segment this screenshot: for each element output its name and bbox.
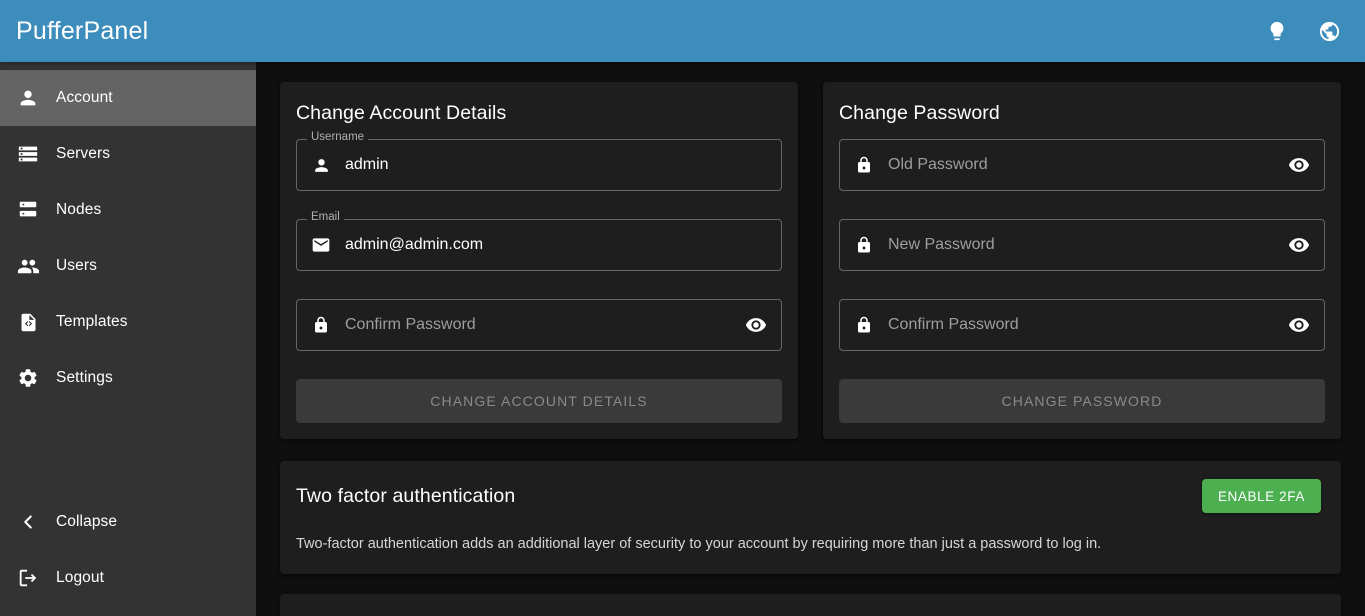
main-content: Change Account Details Username admin Em…	[256, 62, 1365, 616]
app-brand-title: PufferPanel	[16, 19, 148, 44]
lock-icon	[309, 316, 333, 334]
sidebar-item-nodes[interactable]: Nodes	[0, 182, 256, 238]
logout-icon	[0, 567, 56, 589]
chevron-left-icon	[0, 511, 56, 533]
lock-icon	[852, 156, 876, 174]
dns-icon	[0, 199, 56, 221]
sidebar-item-account[interactable]: Account	[0, 70, 256, 126]
old-password-placeholder: Old Password	[888, 157, 1286, 173]
card-title: Change Password	[839, 102, 1325, 125]
lock-icon	[852, 236, 876, 254]
sidebar-primary-items: Account Servers Nodes	[0, 62, 256, 406]
sidebar-item-label: Settings	[56, 370, 113, 386]
password-confirm-password-field[interactable]: Confirm Password	[839, 299, 1325, 351]
app-root: PufferPanel	[0, 0, 1365, 616]
lightbulb-icon	[1266, 20, 1288, 42]
password-confirm-password-placeholder: Confirm Password	[888, 317, 1286, 333]
username-field-legend: Username	[307, 132, 368, 144]
sidebar-item-servers[interactable]: Servers	[0, 126, 256, 182]
theme-toggle-button[interactable]	[1263, 17, 1291, 45]
username-value: admin	[345, 157, 769, 173]
eye-icon[interactable]	[1286, 314, 1312, 336]
mail-icon	[309, 235, 333, 255]
sidebar-footer-items: Collapse Logout	[0, 494, 256, 616]
card-title: Change Account Details	[296, 102, 782, 125]
person-icon	[0, 87, 56, 109]
username-field[interactable]: Username admin	[296, 139, 782, 191]
new-password-field[interactable]: New Password	[839, 219, 1325, 271]
sidebar-item-label: Users	[56, 258, 97, 274]
two-factor-header: Two factor authentication Enable 2FA	[296, 479, 1321, 513]
sidebar-item-label: Account	[56, 90, 113, 106]
sidebar-item-label: Collapse	[56, 514, 117, 530]
gear-icon	[0, 367, 56, 389]
change-account-details-button[interactable]: Change Account Details	[296, 379, 782, 423]
sidebar-item-templates[interactable]: Templates	[0, 294, 256, 350]
change-password-card: Change Password Old Password	[823, 82, 1341, 439]
topbar-actions	[1263, 17, 1343, 45]
eye-icon[interactable]	[743, 314, 769, 336]
account-confirm-password-field[interactable]: Confirm Password	[296, 299, 782, 351]
sidebar-item-collapse[interactable]: Collapse	[0, 494, 256, 550]
next-card-partial	[280, 594, 1341, 616]
sidebar-item-label: Templates	[56, 314, 128, 330]
new-password-placeholder: New Password	[888, 237, 1286, 253]
email-field-legend: Email	[307, 212, 344, 224]
email-field[interactable]: Email admin@admin.com	[296, 219, 782, 271]
change-account-details-card: Change Account Details Username admin Em…	[280, 82, 798, 439]
sidebar-item-label: Servers	[56, 146, 110, 162]
sidebar-item-logout[interactable]: Logout	[0, 550, 256, 606]
language-selector-button[interactable]	[1315, 17, 1343, 45]
two-factor-description: Two-factor authentication adds an additi…	[296, 535, 1321, 554]
globe-icon	[1318, 20, 1341, 43]
eye-icon[interactable]	[1286, 154, 1312, 176]
eye-icon[interactable]	[1286, 234, 1312, 256]
people-icon	[0, 255, 56, 278]
enable-2fa-button[interactable]: Enable 2FA	[1202, 479, 1321, 513]
sidebar-item-users[interactable]: Users	[0, 238, 256, 294]
cards-row: Change Account Details Username admin Em…	[280, 82, 1343, 439]
lock-icon	[852, 316, 876, 334]
account-confirm-password-placeholder: Confirm Password	[345, 317, 743, 333]
email-value: admin@admin.com	[345, 237, 769, 253]
sidebar-item-settings[interactable]: Settings	[0, 350, 256, 406]
sidebar-item-label: Nodes	[56, 202, 101, 218]
old-password-field[interactable]: Old Password	[839, 139, 1325, 191]
two-factor-title: Two factor authentication	[296, 485, 515, 508]
sidebar-navigation: Account Servers Nodes	[0, 62, 256, 616]
top-app-bar: PufferPanel	[0, 0, 1365, 62]
person-icon	[309, 156, 333, 175]
storage-icon	[0, 143, 56, 165]
two-factor-authentication-card: Two factor authentication Enable 2FA Two…	[280, 461, 1341, 574]
file-code-icon	[0, 312, 56, 333]
change-password-button[interactable]: Change Password	[839, 379, 1325, 423]
sidebar-item-label: Logout	[56, 570, 104, 586]
